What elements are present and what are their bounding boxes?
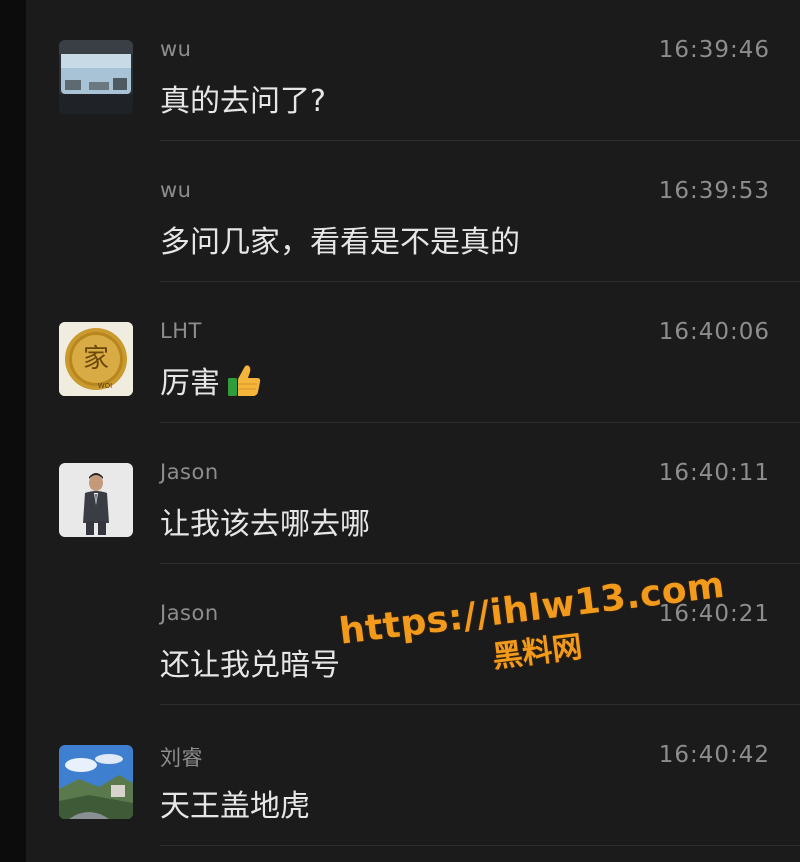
message-text[interactable]: 天王盖地虎 [160,781,310,825]
thumbs-up-icon [228,365,261,396]
sender-name: 刘睿 [160,746,203,770]
chat-message: Jason 16:40:21 还让我兑暗号 [26,564,800,705]
avatar[interactable] [59,463,133,537]
message-text-content: 还让我兑暗号 [160,648,340,683]
sender-name: Jason [160,460,219,484]
chat-message: 家 WOI LHT 16:40:06 厉害 [26,282,800,423]
car-window-photo [59,40,133,114]
avatar[interactable] [59,40,133,114]
chat-message: wu 16:39:46 真的去问了? [26,0,800,141]
left-edge [0,0,26,862]
chat-message-list[interactable]: wu 16:39:46 真的去问了? wu 16:39:53 多问几家，看看是不… [26,0,800,862]
message-text[interactable]: 厉害 [160,358,264,402]
message-text[interactable]: 还让我兑暗号 [160,640,340,684]
message-text[interactable]: 多问几家，看看是不是真的 [160,217,520,261]
sender-name: wu [160,178,192,202]
chat-message: 刘睿 16:40:42 天王盖地虎 [26,705,800,846]
coin-subtext: WOI [98,382,113,390]
message-time: 16:40:21 [658,601,770,627]
message-text-content: 真的去问了? [160,84,326,119]
gold-coin-jia: 家 WOI [59,322,133,396]
message-text-content: 厉害 [160,366,220,401]
message-text-content: 多问几家，看看是不是真的 [160,225,520,260]
coin-character: 家 [83,344,109,374]
message-time: 16:40:42 [658,742,770,768]
message-time: 16:39:46 [658,37,770,63]
divider [160,845,800,846]
message-time: 16:40:06 [658,319,770,345]
sender-name: wu [160,37,192,61]
man-in-suit-photo [59,463,133,537]
sender-name: LHT [160,319,202,343]
message-text[interactable]: 真的去问了? [160,76,326,120]
avatar[interactable] [59,745,133,819]
chat-message: wu 16:39:53 多问几家，看看是不是真的 [26,141,800,282]
avatar[interactable]: 家 WOI [59,322,133,396]
landscape-photo [59,745,133,819]
message-time: 16:40:11 [658,460,770,486]
message-time: 16:39:53 [658,178,770,204]
chat-message: Jason 16:40:11 让我该去哪去哪 [26,423,800,564]
sender-name: Jason [160,601,219,625]
message-text[interactable]: 让我该去哪去哪 [160,499,370,543]
message-text-content: 让我该去哪去哪 [160,507,370,542]
message-text-content: 天王盖地虎 [160,789,310,824]
